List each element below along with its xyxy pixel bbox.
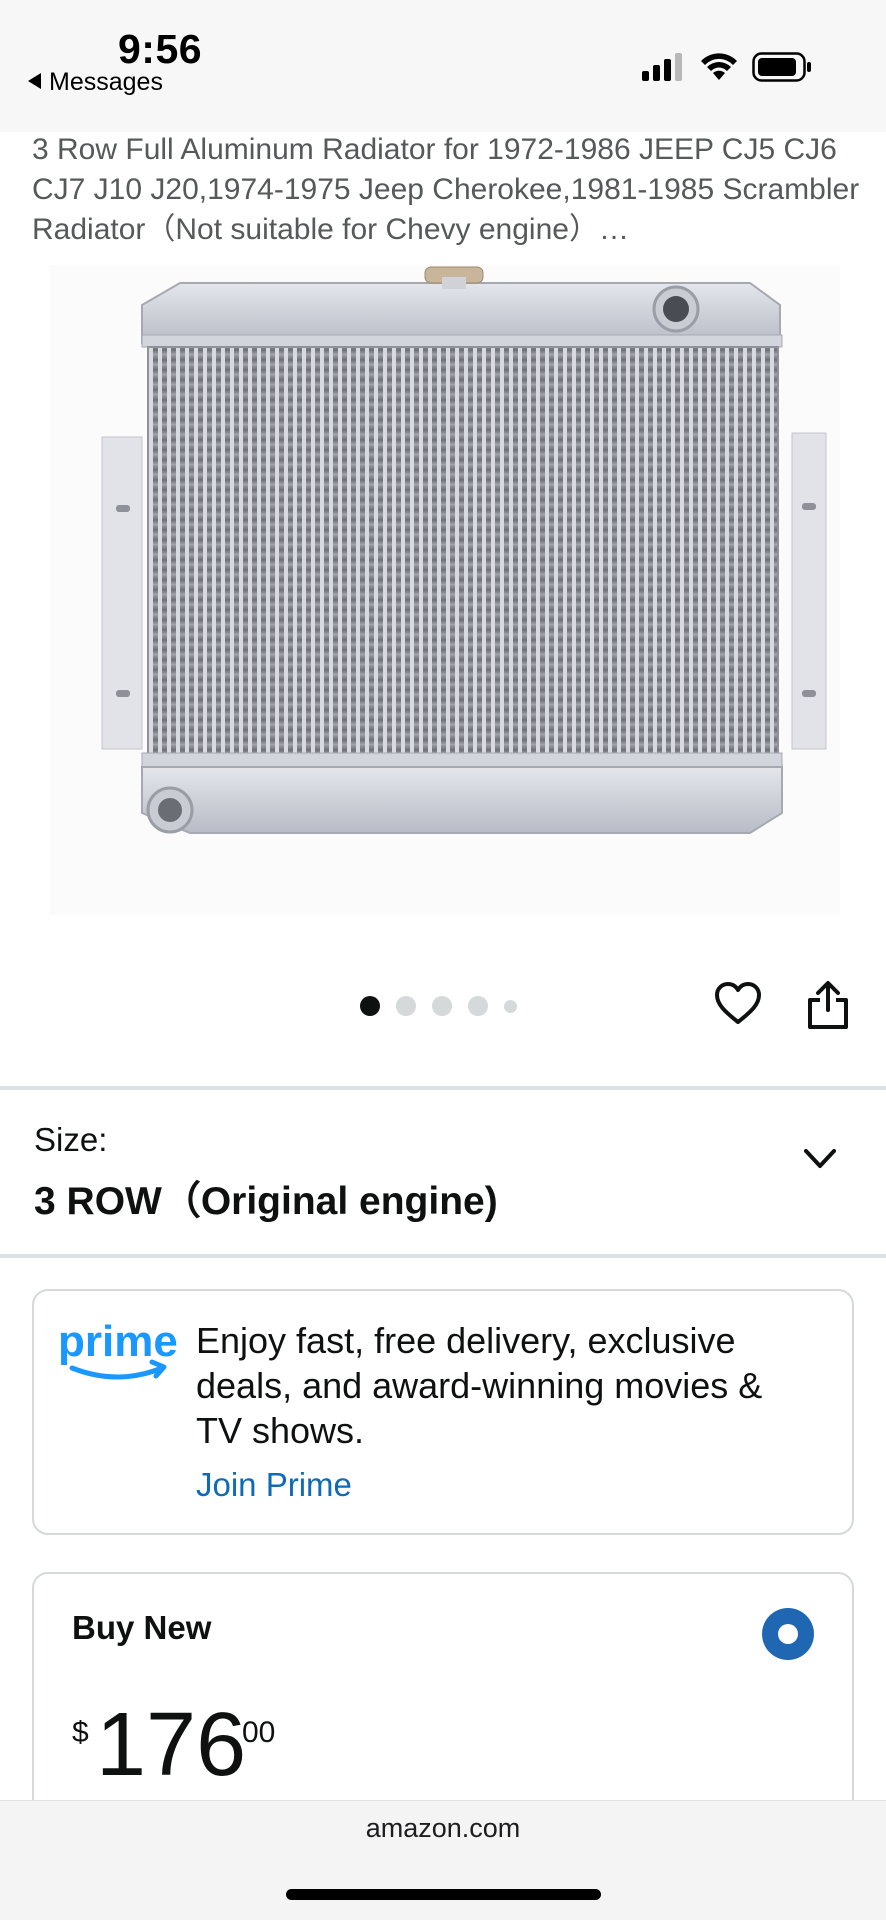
carousel-dot[interactable] [468,996,488,1016]
status-icons [642,50,812,84]
price-fraction: 00 [242,1716,276,1749]
product-title[interactable]: 3 Row Full Aluminum Radiator for 1972-19… [32,130,862,250]
back-label: Messages [49,68,163,96]
carousel-dot[interactable] [396,996,416,1016]
buy-new-title: Buy New [72,1609,212,1646]
wifi-icon [701,53,737,80]
back-to-messages-button[interactable]: Messages [28,68,163,97]
battery-icon [752,52,811,82]
carousel-dot[interactable] [360,996,380,1016]
prime-logo-text: prime [58,1320,178,1366]
prime-logo: prime [58,1320,178,1380]
status-bar: 9:56 Messages [0,0,886,132]
signal-icon [642,53,682,81]
chevron-down-icon[interactable] [803,1148,837,1170]
price-whole: 176 [96,1695,247,1795]
share-icon[interactable] [806,980,850,1030]
join-prime-link[interactable]: Join Prime [196,1466,352,1504]
product-image[interactable] [50,265,840,915]
buy-new-radio[interactable] [762,1608,814,1660]
back-arrow-icon [28,73,41,89]
home-indicator[interactable] [286,1889,601,1900]
url-text[interactable]: amazon.com [0,1813,886,1844]
heart-icon[interactable] [714,980,762,1028]
prime-message: Enjoy fast, free delivery, exclusive dea… [196,1320,763,1451]
carousel-dot[interactable] [504,999,517,1013]
image-carousel-dots[interactable] [360,996,517,1016]
radiator-illustration [101,266,827,834]
price-symbol: $ [72,1716,89,1749]
divider [0,1086,886,1090]
size-value: 3 ROW（Original engine) [34,1180,498,1223]
carousel-dot[interactable] [432,996,452,1016]
size-label: Size: [34,1121,108,1158]
status-time: 9:56 [118,26,203,72]
divider [0,1254,886,1258]
